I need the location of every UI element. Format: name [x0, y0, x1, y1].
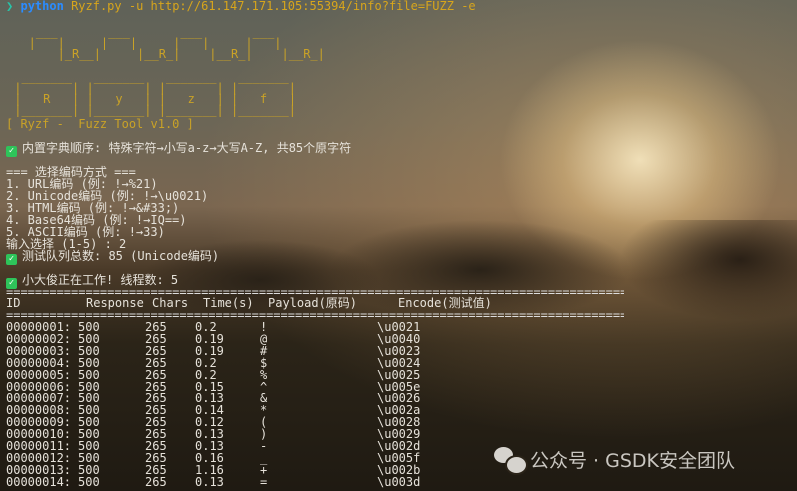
cell-payload: = [260, 474, 268, 489]
cell-id: 00000013: [6, 462, 72, 477]
wechat-icon [494, 446, 528, 475]
command-program: python [20, 0, 64, 13]
header-chars: Chars [152, 296, 189, 310]
cell-encode: \u0024 [377, 355, 421, 370]
table-row: 00000014: 500 265 0.13 = \u003d [0, 476, 640, 488]
queue-info: 测试队列总数: 85 (Unicode编码) [22, 249, 220, 263]
cell-time: 0.19 [195, 343, 224, 358]
header-payload: Payload(原码) [268, 296, 358, 310]
cell-id: 00000003: [6, 343, 72, 358]
cell-chars: 265 [145, 355, 167, 370]
cell-id: 00000005: [6, 367, 72, 382]
cell-encode: \u002b [377, 462, 421, 477]
cell-encode: \u003d [377, 474, 421, 489]
check-icon: ✓ [6, 146, 17, 157]
dict-info: 内置字典顺序: 特殊字符→小写a-z→大写A-Z, 共85个原字符 [22, 141, 352, 155]
command-line: ❯ python Ryzf.py -u http://61.147.171.10… [6, 0, 476, 12]
cell-time: 1.16 [195, 462, 224, 477]
cell-response: 500 [78, 355, 100, 370]
cell-encode: \u0025 [377, 367, 421, 382]
cell-time: 0.13 [195, 474, 224, 489]
check-icon: ✓ [6, 254, 17, 265]
queue-info-line: ✓ 测试队列总数: 85 (Unicode编码) [3, 250, 219, 265]
working-info: 小大俊正在工作! 线程数: 5 [22, 273, 179, 287]
header-time: Time(s) [203, 296, 254, 310]
tool-title: [ Ryzf - Fuzz Tool v1.0 ] [6, 117, 194, 131]
cell-chars: 265 [145, 474, 167, 489]
cell-response: 500 [78, 367, 100, 382]
header-encode: Encode(测试值) [398, 296, 492, 310]
command-args: Ryzf.py -u http://61.147.171.105:55394/i… [71, 0, 476, 13]
cell-payload: + [260, 462, 268, 477]
table-row: 00000005: 500 265 0.2% \u0025 [0, 369, 640, 381]
watermark: 公众号 · GSDK安全团队 [494, 446, 735, 475]
cell-response: 500 [78, 462, 100, 477]
cell-time: 0.2 [195, 355, 217, 370]
cell-payload: $ [260, 355, 268, 370]
header-id: ID [6, 296, 21, 310]
table-row: 00000003: 500 265 0.19 # \u0023 [0, 345, 640, 357]
cell-payload: % [260, 367, 268, 382]
dict-info-line: ✓ 内置字典顺序: 特殊字符→小写a-z→大写A-Z, 共85个原字符 [3, 142, 351, 157]
table-header: ID Response Chars Time(s) Payload(原码) En… [0, 297, 640, 309]
table-row: 00000004: 500 265 0.2 $ \u0024 [0, 357, 640, 369]
cell-id: 00000004: [6, 355, 72, 370]
cell-time: 0.2 [195, 367, 217, 382]
watermark-text: 公众号 · GSDK安全团队 [530, 450, 735, 472]
cell-response: 500 [78, 474, 100, 489]
prompt-icon: ❯ [6, 0, 14, 13]
cell-chars: 265 [145, 367, 167, 382]
cell-id: 00000014: [6, 474, 72, 489]
cell-encode: \u0023 [377, 343, 421, 358]
ascii-banner: ___ ___ ___ ___ | | | | | | | | |_R__| |… [14, 25, 325, 118]
cell-chars: 265 [145, 343, 167, 358]
cell-payload: # [260, 343, 268, 358]
cell-chars: 265 [145, 462, 167, 477]
header-response: Response [86, 296, 144, 310]
cell-response: 500 [78, 343, 100, 358]
